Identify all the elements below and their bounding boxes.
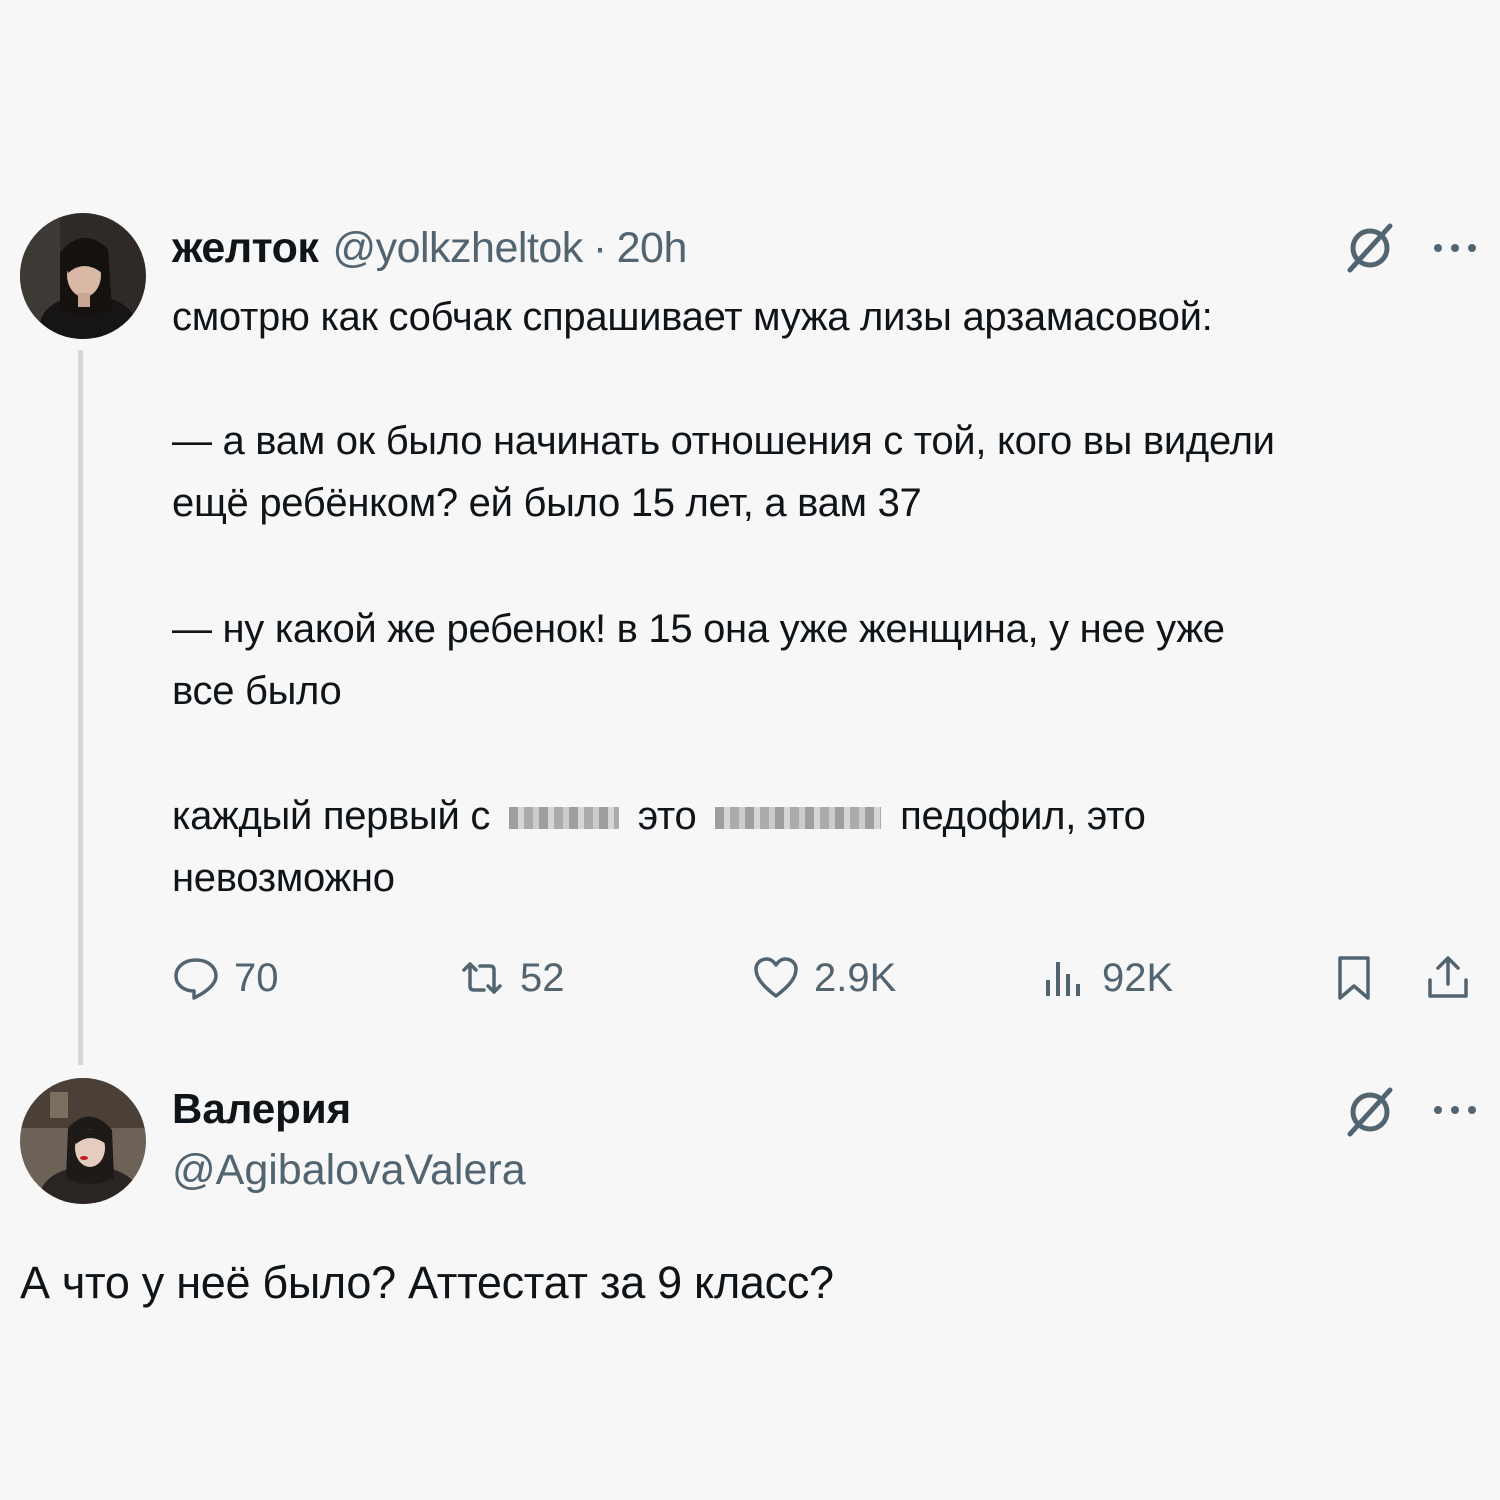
more-icon[interactable]: [1430, 238, 1480, 258]
more-icon[interactable]: [1430, 1100, 1480, 1120]
text-line: — ну какой же ребенок! в 15 она уже женщ…: [172, 607, 1225, 651]
avatar-photo: [20, 1078, 146, 1204]
author-name[interactable]: желток: [172, 224, 319, 273]
thread-line: [78, 350, 83, 1065]
like-button[interactable]: 2.9K: [752, 945, 896, 1011]
text-fragment: педофил, это: [900, 794, 1146, 838]
grok-icon[interactable]: [1340, 1082, 1400, 1142]
reply-text: А что у неё было? Аттестат за 9 класс?: [20, 1257, 834, 1308]
tweet-header: желток @yolkzheltok · 20h: [172, 218, 687, 278]
like-count: 2.9K: [814, 955, 897, 1000]
share-icon: [1428, 956, 1468, 998]
reply-icon: [174, 958, 218, 1000]
views-icon: [1046, 962, 1080, 996]
text-line: — а вам ок было начинать отношения с той…: [172, 419, 1275, 463]
text-line: невозможно: [172, 856, 395, 900]
separator-dot: ·: [592, 223, 607, 272]
text-fragment: каждый первый с: [172, 794, 491, 838]
text-line: смотрю как собчак спрашивает мужа лизы а…: [172, 295, 1213, 339]
like-icon: [754, 957, 798, 998]
reply-button[interactable]: 70: [172, 945, 279, 1011]
timestamp[interactable]: 20h: [617, 224, 688, 273]
retweet-count: 52: [520, 955, 565, 1000]
action-bar: 70 52 2.9K 92K: [172, 945, 1482, 1011]
censored-word: [715, 807, 882, 830]
tweet-text: — а вам ок было начинать отношения с той…: [172, 410, 1482, 534]
reply-author-handle[interactable]: @AgibalovaValera: [172, 1146, 526, 1195]
share-button[interactable]: [1424, 945, 1472, 1011]
reply-author-name[interactable]: Валерия: [172, 1085, 351, 1133]
grok-icon[interactable]: [1340, 218, 1400, 278]
text-fragment: это: [637, 794, 697, 838]
text-line: все было: [172, 669, 342, 713]
bookmark-icon: [1338, 956, 1370, 1000]
tweet-text: — ну какой же ребенок! в 15 она уже женщ…: [172, 598, 1482, 722]
author-handle[interactable]: @yolkzheltok: [332, 224, 583, 273]
views-button[interactable]: 92K: [1040, 945, 1173, 1011]
text-line: ещё ребёнком? ей было 15 лет, а вам 37: [172, 481, 922, 525]
views-count: 92K: [1102, 955, 1174, 1000]
tweet-text: каждый первый с это педофил, это невозмо…: [172, 785, 1482, 909]
bookmark-button[interactable]: [1330, 945, 1378, 1011]
reply-count: 70: [234, 955, 279, 1000]
censored-word: [508, 807, 619, 830]
avatar[interactable]: [20, 213, 146, 339]
reply-avatar[interactable]: [20, 1078, 146, 1204]
screenshot: желток @yolkzheltok · 20h смотрю как соб…: [0, 0, 1500, 1500]
retweet-button[interactable]: 52: [458, 945, 565, 1011]
tweet-text: смотрю как собчак спрашивает мужа лизы а…: [172, 286, 1482, 348]
text-line: каждый первый с это педофил, это: [172, 785, 1482, 847]
avatar-photo: [20, 213, 146, 339]
retweet-icon: [462, 962, 502, 994]
